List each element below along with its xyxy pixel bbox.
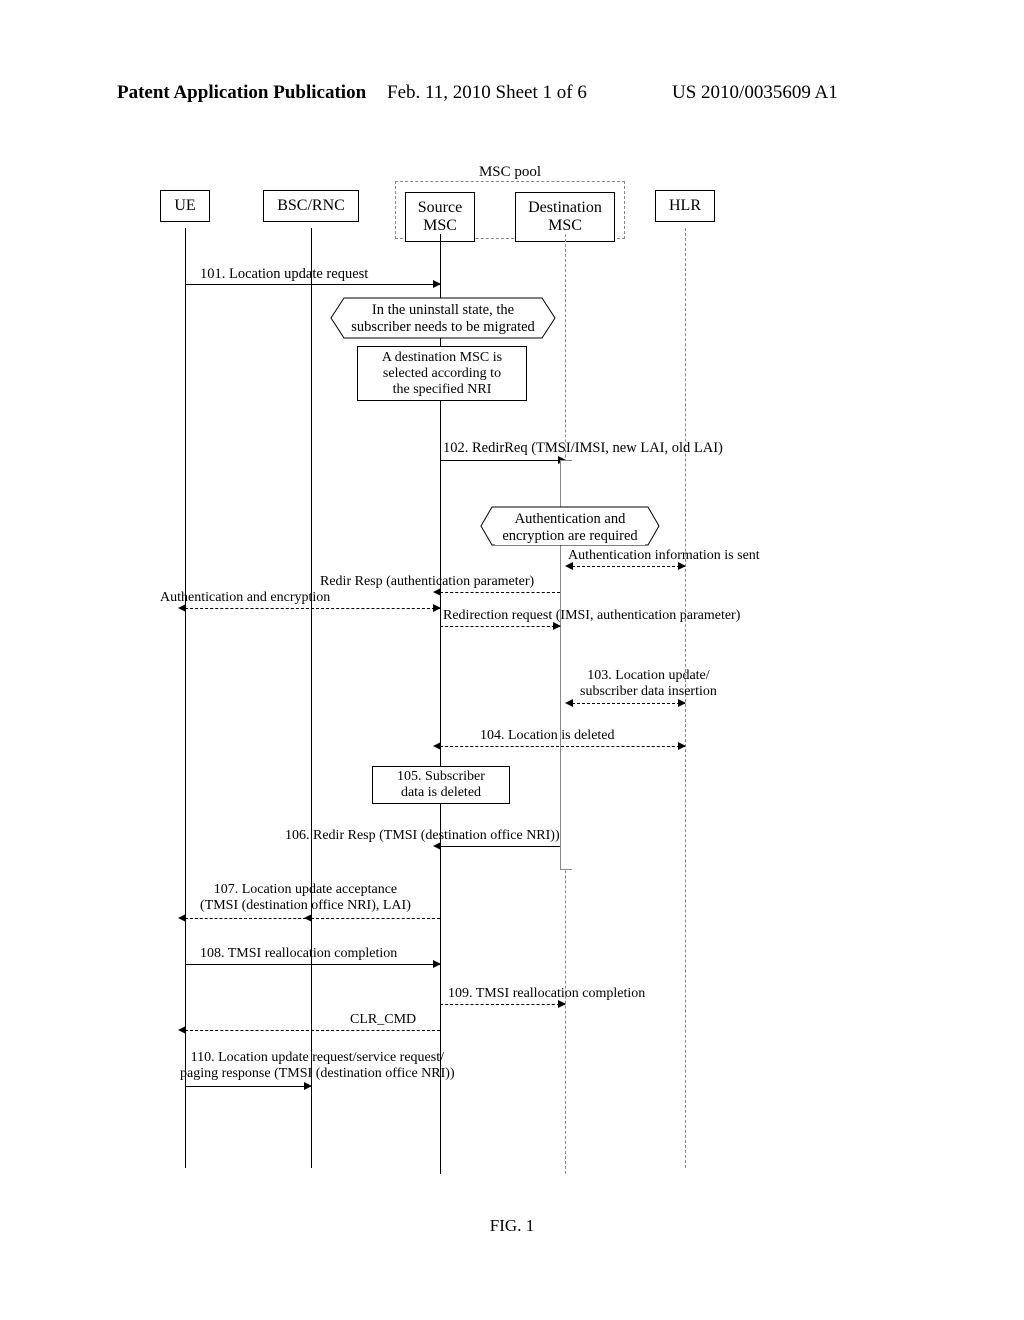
arrow-redir-req-imsi-head [553, 622, 561, 630]
msg-109: 109. TMSI reallocation completion [448, 986, 645, 1002]
msg-104: 104. Location is deleted [480, 728, 615, 744]
arrow-103-r [678, 699, 686, 707]
msg-clr: CLR_CMD [350, 1012, 416, 1028]
arrow-109-head [558, 1000, 566, 1008]
msg-redir-req-imsi: Redirection request (IMSI, authenticatio… [443, 608, 740, 624]
arrow-auth-info-l [565, 562, 573, 570]
arrow-106 [440, 846, 560, 847]
arrow-109 [440, 1004, 565, 1005]
arrow-107b [311, 918, 440, 919]
arrow-108-head [433, 960, 441, 968]
arrow-101-head [433, 280, 441, 288]
arrow-103 [572, 703, 685, 704]
arrow-106-head [433, 842, 441, 850]
actor-ue-label: UE [174, 197, 195, 214]
msg-101: 101. Location update request [200, 266, 368, 283]
arrow-104-r [678, 742, 686, 750]
arrow-clr [185, 1030, 440, 1031]
figure-caption: FIG. 1 [0, 1216, 1024, 1236]
actor-hlr: HLR [655, 190, 715, 222]
arrow-ue-auth-l [178, 604, 186, 612]
arrow-108 [185, 964, 440, 965]
actor-ue: UE [160, 190, 210, 222]
arrow-ue-auth [185, 608, 440, 609]
arrow-redir-resp-auth-head [433, 588, 441, 596]
note-uninstall: In the uninstall state, the subscriber n… [345, 302, 541, 336]
arrow-104 [440, 746, 685, 747]
msg-103: 103. Location update/ subscriber data in… [580, 668, 717, 700]
msg-auth-info: Authentication information is sent [568, 548, 760, 564]
msg-110: 110. Location update request/service req… [180, 1050, 455, 1082]
msg-106: 106. Redir Resp (TMSI (destination offic… [285, 828, 560, 844]
actor-bsc-label: BSC/RNC [277, 197, 345, 214]
msg-102: 102. RedirReq (TMSI/IMSI, new LAI, old L… [443, 440, 723, 457]
arrow-clr-head [178, 1026, 186, 1034]
arrow-ue-auth-r [433, 604, 441, 612]
arrow-110 [185, 1086, 311, 1087]
note-auth: Authentication and encryption are requir… [495, 511, 645, 545]
arrow-107a-head [178, 914, 186, 922]
arrow-102 [440, 460, 565, 461]
sequence-diagram: MSC pool UE BSC/RNC Source MSC Destinati… [150, 170, 890, 1190]
arrow-110-head [304, 1082, 312, 1090]
note-105-box: 105. Subscriber data is deleted [372, 766, 510, 804]
header-mid: Feb. 11, 2010 Sheet 1 of 6 [387, 82, 587, 104]
page: Patent Application Publication Feb. 11, … [0, 0, 1024, 1320]
note-select-dest: A destination MSC is selected according … [382, 350, 502, 397]
arrow-101 [185, 284, 440, 285]
note-select-dest-box: A destination MSC is selected according … [357, 346, 527, 401]
msg-108: 108. TMSI reallocation completion [200, 946, 397, 962]
lifeline-bsc [311, 228, 312, 1168]
header-right: US 2010/0035609 A1 [672, 82, 838, 104]
msg-105: 105. Subscriber data is deleted [397, 769, 485, 800]
actor-hlr-label: HLR [669, 197, 701, 214]
arrow-auth-info [572, 566, 685, 567]
arrow-107a [185, 918, 311, 919]
msg-107: 107. Location update acceptance (TMSI (d… [200, 882, 411, 914]
arrow-103-l [565, 699, 573, 707]
arrow-redir-req-imsi [440, 626, 560, 627]
actor-dst-label: Destination MSC [528, 199, 602, 234]
arrow-104-l [433, 742, 441, 750]
arrow-auth-info-r [678, 562, 686, 570]
msg-redir-resp-auth: Redir Resp (authentication parameter) [320, 574, 534, 590]
arrow-107b-head [304, 914, 312, 922]
actor-src-label: Source MSC [418, 199, 462, 234]
arrow-redir-resp-auth [440, 592, 560, 593]
actor-bsc: BSC/RNC [263, 190, 359, 222]
msc-pool-label: MSC pool [470, 164, 550, 181]
header-left: Patent Application Publication [117, 82, 366, 104]
